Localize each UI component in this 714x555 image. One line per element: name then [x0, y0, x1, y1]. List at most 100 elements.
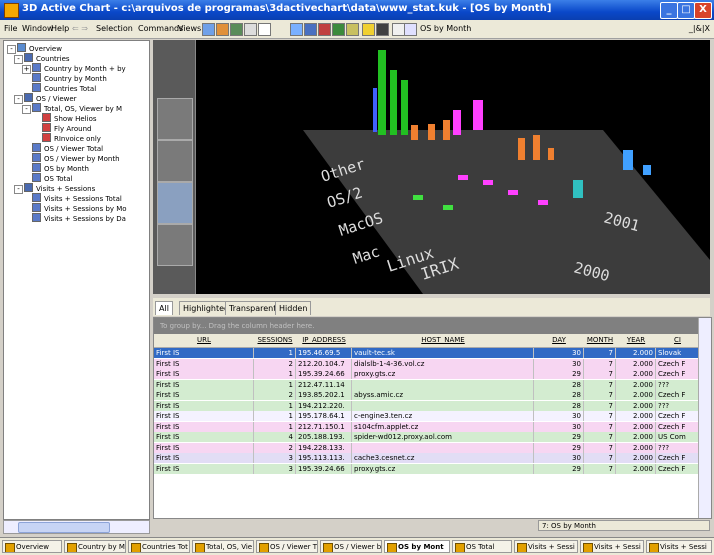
tree-item-total-os-viewer[interactable]: Total, OS, Viewer by M	[32, 103, 122, 113]
task-os-total[interactable]: OS Total	[452, 540, 512, 553]
collapse-icon[interactable]: -	[14, 55, 23, 64]
task-total-os-viewer[interactable]: Total, OS, Vie	[192, 540, 254, 553]
minimize-button[interactable]: _	[660, 2, 678, 19]
menu-bar: File Window Help ⇐ ⇒ Selection Commands …	[0, 20, 714, 39]
close-button[interactable]: X	[694, 2, 712, 19]
column-header-url[interactable]: URL	[154, 334, 255, 348]
menu-file[interactable]: File	[4, 24, 17, 33]
heart-icon[interactable]	[318, 23, 331, 36]
column-header-year[interactable]: YEAR	[616, 334, 657, 348]
menu-commands[interactable]: Commands	[138, 24, 183, 33]
back-arrow-icon[interactable]: ⇐ ⇒	[72, 24, 88, 33]
menu-views[interactable]: Views	[178, 24, 201, 33]
column-header-ci[interactable]: CI	[656, 334, 700, 348]
menu-window[interactable]: Window	[22, 24, 54, 33]
tree-item-fly-around[interactable]: Fly Around	[42, 123, 91, 133]
task-os-by-month[interactable]: OS by Mont	[384, 540, 450, 553]
table-cell-month: 7	[584, 453, 616, 463]
table-cell-ip: 212.20.104.7	[296, 358, 352, 369]
collapse-icon[interactable]: -	[22, 105, 31, 114]
task-overview[interactable]: Overview	[2, 540, 62, 553]
tree-item-os-total[interactable]: OS Total	[32, 173, 73, 183]
bar-green	[413, 195, 423, 200]
window-icon[interactable]	[258, 23, 271, 36]
chart-type-icon[interactable]	[202, 23, 215, 36]
tree-item-show-helios[interactable]: Show Helios	[42, 113, 97, 123]
table-cell-ci: Czech F	[656, 411, 699, 421]
table-row[interactable]: First IS 2 212.20.104.7 dialslb-1-4-36.vol.…	[154, 358, 699, 369]
view-icon[interactable]	[404, 23, 417, 36]
table-row[interactable]: First IS 3 195.39.24.66 proxy.gts.cz 29 7 2.00…	[154, 463, 699, 474]
chart-icon	[32, 103, 41, 112]
grid-vertical-scrollbar[interactable]	[698, 318, 711, 518]
column-header-ip-address[interactable]: IP_ADDRESS	[296, 334, 353, 348]
arrow-icon[interactable]	[362, 23, 375, 36]
color-icon[interactable]	[304, 23, 317, 36]
scrollbar-thumb[interactable]	[18, 522, 110, 533]
table-row[interactable]: First IS 1 195.46.69.5 vault-tec.sk 30 7 2.000…	[154, 348, 699, 358]
layers-icon[interactable]	[290, 23, 303, 36]
tree-item-visits-sessions-by-mo[interactable]: Visits + Sessions by Mo	[32, 203, 127, 213]
task-os-viewer-total[interactable]: OS / Viewer T	[256, 540, 318, 553]
table-cell-host: cache3.cesnet.cz	[352, 453, 534, 463]
tab-hidden[interactable]: Hidden	[275, 301, 312, 315]
table-row[interactable]: First IS 1 195.178.64.1 c-engine3.ten.cz 30 7…	[154, 411, 699, 421]
tree-item-os-viewer-by-month[interactable]: OS / Viewer by Month	[32, 153, 120, 163]
tree-item-country-by-month[interactable]: Country by Month	[32, 73, 107, 83]
table-cell-url: First IS	[154, 411, 254, 421]
column-header-day[interactable]: DAY	[534, 334, 585, 348]
task-visits-sessions-2[interactable]: Visits + Sessi	[580, 540, 644, 553]
tree-item-visits-sessions-total[interactable]: Visits + Sessions Total	[32, 193, 122, 203]
tree-item-overview[interactable]: Overview	[17, 43, 62, 53]
tree-item-visits-sessions[interactable]: Visits + Sessions	[24, 183, 95, 193]
grid-tabs: All Highlighted Transparent Hidden	[153, 298, 710, 316]
task-country-by-month[interactable]: Country by Mo	[64, 540, 126, 553]
column-header-sessions[interactable]: SESSIONS	[254, 334, 297, 348]
table-icon[interactable]	[332, 23, 345, 36]
table-cell-day: 28	[534, 390, 584, 400]
table-row[interactable]: First IS 2 194.228.133. 29 7 2.000???	[154, 442, 699, 453]
pen-icon[interactable]	[346, 23, 359, 36]
app-icon	[4, 3, 19, 18]
filter-icon[interactable]	[244, 23, 257, 36]
tree-horizontal-scrollbar[interactable]	[3, 520, 150, 534]
tree-item-os-by-month[interactable]: OS by Month	[32, 163, 89, 173]
chart-3d-view[interactable]: Other OS/2 MacOS Mac Linux IRIX 2001 200…	[153, 40, 710, 294]
menu-help[interactable]: Help	[51, 24, 69, 33]
folder-icon	[24, 183, 33, 192]
tree-item-country-by-month-by[interactable]: Country by Month + by	[32, 63, 126, 73]
table-row[interactable]: First IS 4 205.188.193. spider-wd012.proxy.…	[154, 432, 699, 442]
column-header-host-name[interactable]: HOST_NAME	[352, 334, 535, 348]
tree-item-os-viewer[interactable]: OS / Viewer	[24, 93, 77, 103]
tab-all[interactable]: All	[155, 301, 173, 315]
table-row[interactable]: First IS 1 194.212.220. 28 7 2.000???	[154, 400, 699, 411]
table-row[interactable]: First IS 1 212.71.150.1 s104cfm.applet.cz 30…	[154, 421, 699, 432]
task-os-viewer-by-month[interactable]: OS / Viewer b	[320, 540, 382, 553]
table-row[interactable]: First IS 1 212.47.11.14 28 7 2.000???	[154, 379, 699, 390]
task-countries-total[interactable]: Countries Tot	[128, 540, 190, 553]
tree-item-countries-total[interactable]: Countries Total	[32, 83, 96, 93]
table-row[interactable]: First IS 1 195.39.24.66 proxy.gts.cz 29 7 2.00…	[154, 369, 699, 379]
tree-item-os-viewer-total[interactable]: OS / Viewer Total	[32, 143, 103, 153]
column-header-month[interactable]: MONTH	[584, 334, 617, 348]
table-row[interactable]: First IS 3 195.113.113. cache3.cesnet.cz 30 7…	[154, 453, 699, 463]
tab-transparent[interactable]: Transparent	[225, 301, 281, 315]
task-visits-sessions-3[interactable]: Visits + Sessi	[646, 540, 712, 553]
collapse-icon[interactable]: -	[7, 45, 16, 54]
camera-icon[interactable]	[376, 23, 389, 36]
table-row[interactable]: First IS 2 193.85.202.1 abyss.amic.cz 28 7 2.0…	[154, 390, 699, 400]
tree-item-rinvoice-only[interactable]: RInvoice only	[42, 133, 101, 143]
mdi-controls[interactable]: _|&|X	[689, 24, 710, 33]
task-visits-sessions-1[interactable]: Visits + Sessi	[514, 540, 578, 553]
collapse-icon[interactable]: -	[14, 185, 23, 194]
tree-item-countries[interactable]: Countries	[24, 53, 70, 63]
tree-item-visits-sessions-by-da[interactable]: Visits + Sessions by Da	[32, 213, 126, 223]
table-cell-sessions: 1	[254, 379, 296, 390]
maximize-button[interactable]: □	[677, 2, 695, 19]
group-by-hint[interactable]: To group by... Drag the column header he…	[154, 318, 699, 334]
grid-icon[interactable]	[230, 23, 243, 36]
collapse-icon[interactable]: -	[14, 95, 23, 104]
menu-selection[interactable]: Selection	[96, 24, 133, 33]
bar-chart-icon[interactable]	[216, 23, 229, 36]
expand-icon[interactable]: +	[22, 65, 31, 74]
